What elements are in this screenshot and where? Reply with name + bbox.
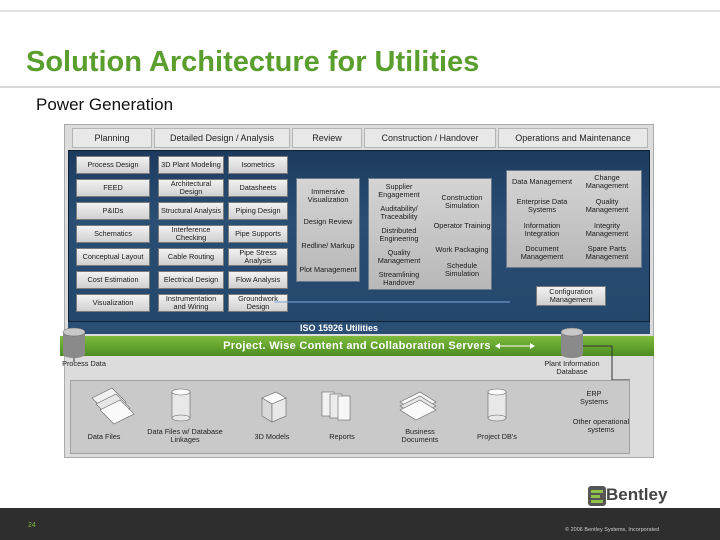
repository-label: Reports [329, 432, 355, 441]
other-systems-label: Other operational systems [572, 417, 630, 434]
repository-label: 3D Models [254, 432, 290, 441]
database-icon [171, 388, 191, 422]
bentley-logo: Bentley [606, 485, 668, 504]
repository-label: Business Documents [401, 427, 439, 444]
repository-label: Project DB's [477, 432, 517, 441]
repository-label: Data Files [87, 432, 121, 441]
repository-icons [91, 387, 507, 425]
erp-systems-label: ERP Systems [580, 389, 608, 406]
page-number: 24 [28, 522, 36, 529]
bentley-logo-icon [588, 486, 606, 506]
documents-icon [91, 387, 135, 425]
business-documents-icon [399, 391, 437, 421]
reports-icon [321, 391, 351, 421]
copyright: © 2006 Bentley Systems, Incorporated [565, 527, 660, 533]
database-icon [487, 388, 507, 422]
footer-bar [0, 508, 720, 540]
cube-icon [261, 391, 287, 423]
repository-label: Data Files w/ Database Linkages [147, 427, 223, 444]
